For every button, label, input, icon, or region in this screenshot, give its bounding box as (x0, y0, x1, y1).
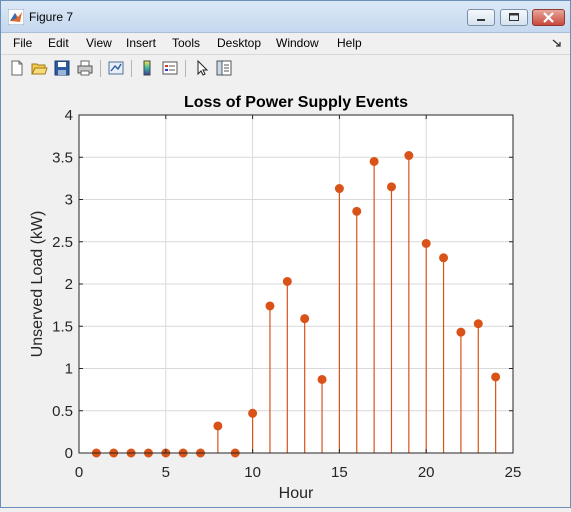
x-tick-label: 25 (505, 464, 522, 481)
minimize-button[interactable] (467, 9, 495, 26)
x-tick-label: 20 (418, 464, 435, 481)
maximize-icon (509, 13, 519, 21)
print-icon[interactable] (76, 59, 94, 77)
stem-marker[interactable] (213, 421, 223, 431)
maximize-button[interactable] (500, 9, 528, 26)
menu-window[interactable]: Window (276, 36, 319, 50)
x-tick-label: 15 (331, 464, 348, 481)
x-tick-labels: 0 5 10 15 20 25 (75, 464, 522, 481)
stem-marker[interactable] (334, 184, 344, 194)
stem-marker[interactable] (369, 156, 379, 166)
save-icon[interactable] (53, 59, 71, 77)
matlab-icon (8, 9, 24, 25)
menu-insert[interactable]: Insert (126, 36, 156, 50)
dock-arrow-icon[interactable] (552, 38, 562, 48)
new-figure-icon[interactable] (8, 59, 26, 77)
menu-desktop[interactable]: Desktop (217, 36, 261, 50)
stem-marker[interactable] (352, 206, 362, 216)
y-tick-label: 0.5 (52, 403, 73, 420)
y-tick-label: 2 (65, 276, 73, 293)
menu-bar: File Edit View Insert Tools Desktop Wind… (1, 33, 570, 53)
stem-marker[interactable] (421, 238, 431, 248)
insert-legend-icon[interactable] (161, 59, 179, 77)
property-inspector-icon[interactable] (215, 59, 233, 77)
stem-marker[interactable] (300, 314, 310, 324)
title-bar[interactable]: Figure 7 (1, 1, 570, 33)
chart-title: Loss of Power Supply Events (184, 94, 408, 111)
stem-marker[interactable] (248, 408, 258, 418)
insert-colorbar-icon[interactable] (138, 59, 156, 77)
stem-marker[interactable] (317, 374, 327, 384)
close-icon (543, 12, 554, 23)
x-tick-label: 10 (244, 464, 261, 481)
close-button[interactable] (532, 9, 565, 26)
menu-help[interactable]: Help (337, 36, 362, 50)
y-tick-label: 4 (65, 107, 73, 124)
menu-view[interactable]: View (86, 36, 112, 50)
window-title: Figure 7 (29, 10, 74, 24)
y-tick-label: 2.5 (52, 234, 73, 251)
x-tick-label: 0 (75, 464, 83, 481)
y-tick-label: 1 (65, 361, 73, 378)
menu-file[interactable]: File (13, 36, 32, 50)
toolbar-separator (131, 60, 132, 77)
stem-marker[interactable] (473, 319, 483, 329)
stem-marker[interactable] (282, 276, 292, 286)
edit-plot-icon[interactable] (193, 59, 211, 77)
toolbar-separator (100, 60, 101, 77)
toolbar-separator (185, 60, 186, 77)
figure-window: Figure 7 File Edit View Insert Tools Des… (0, 0, 571, 508)
y-tick-label: 3.5 (52, 149, 73, 166)
menu-edit[interactable]: Edit (48, 36, 69, 50)
stem-marker[interactable] (456, 327, 466, 337)
stem-plot[interactable]: 0 5 10 15 20 25 0 0.5 1 1.5 2 2.5 3 3.5 4 Loss of Pow… (1, 82, 570, 507)
y-tick-label: 0 (65, 445, 73, 462)
y-tick-label: 3 (65, 192, 73, 209)
menu-tools[interactable]: Tools (172, 36, 200, 50)
y-tick-label: 1.5 (52, 318, 73, 335)
x-axis-label: Hour (279, 485, 314, 502)
x-tick-label: 5 (162, 464, 170, 481)
figure-toolbar (1, 54, 570, 83)
stem-marker[interactable] (404, 151, 414, 161)
figure-canvas: 0 5 10 15 20 25 0 0.5 1 1.5 2 2.5 3 3.5 4 Loss of Pow… (1, 82, 570, 507)
stem-marker[interactable] (491, 372, 501, 382)
stem-marker[interactable] (439, 253, 449, 263)
y-axis-label: Unserved Load (kW) (29, 211, 46, 358)
open-file-icon[interactable] (30, 59, 48, 77)
stem-marker[interactable] (386, 182, 396, 192)
minimize-icon (477, 19, 485, 21)
y-tick-labels: 0 0.5 1 1.5 2 2.5 3 3.5 4 (52, 107, 73, 462)
link-plot-icon[interactable] (107, 59, 125, 77)
stem-marker[interactable] (265, 301, 275, 311)
